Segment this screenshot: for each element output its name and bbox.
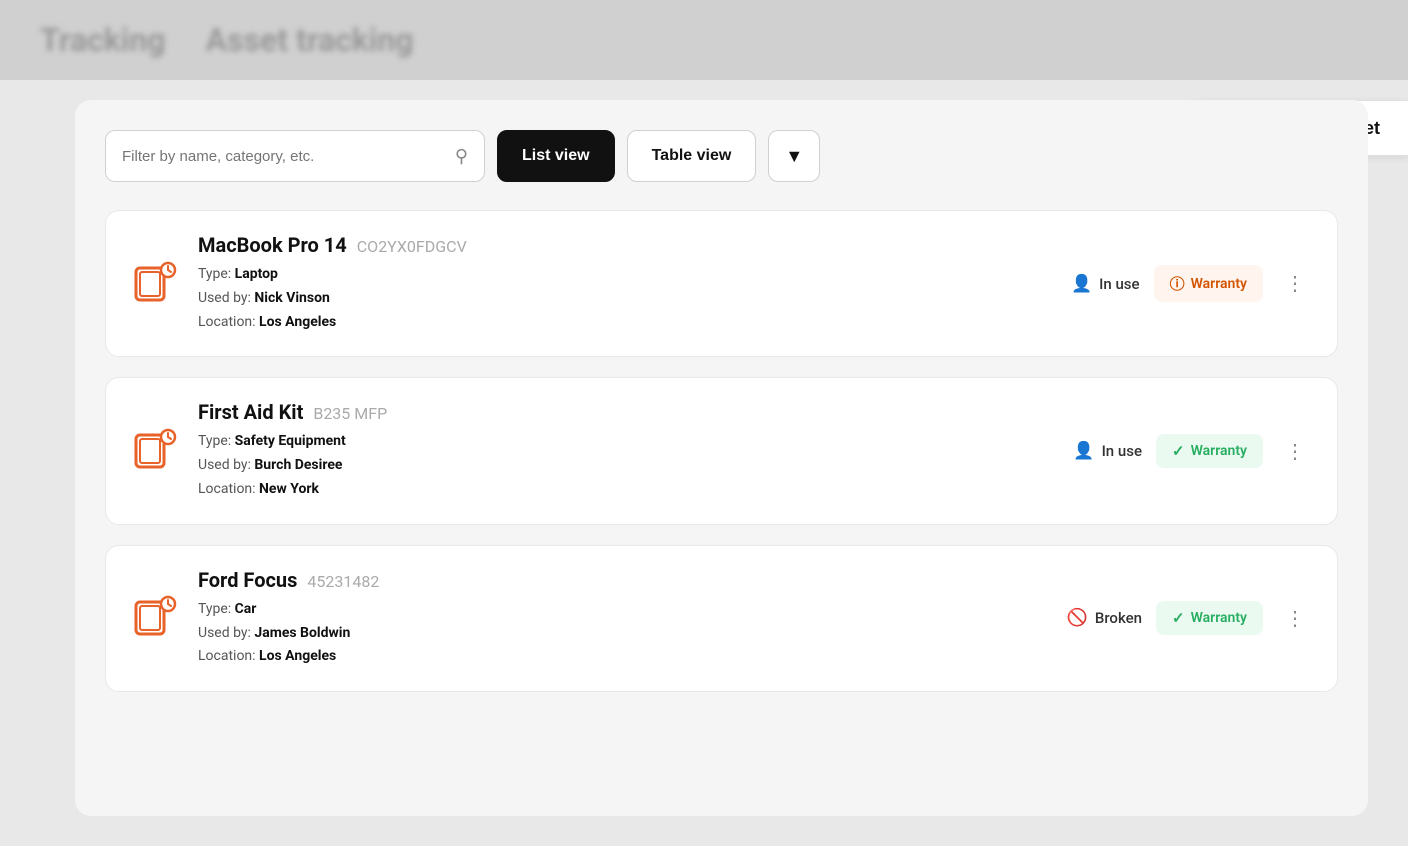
asset-location: Location: New York (198, 478, 1053, 502)
asset-info: MacBook Pro 14 CO2YX0FDGCV Type: Laptop … (198, 233, 1051, 334)
filter-icon: ▼ (785, 146, 803, 167)
asset-location: Location: Los Angeles (198, 645, 1047, 669)
more-options-button[interactable] (1277, 602, 1313, 635)
asset-type: Type: Safety Equipment (198, 430, 1053, 454)
asset-icon (130, 425, 178, 477)
asset-used-by: Used by: Nick Vinson (198, 287, 1051, 311)
broken-icon: 🚫 (1067, 608, 1088, 628)
warranty-label: Warranty (1191, 276, 1247, 292)
asset-meta: Type: Safety Equipment Used by: Burch De… (198, 430, 1053, 501)
asset-card: First Aid Kit B235 MFP Type: Safety Equi… (105, 377, 1338, 524)
asset-name: MacBook Pro 14 (198, 233, 347, 257)
asset-location: Location: Los Angeles (198, 311, 1051, 335)
asset-icon (130, 258, 178, 310)
asset-code: CO2YX0FDGCV (357, 237, 467, 256)
asset-name: Ford Focus (198, 568, 297, 592)
asset-info: First Aid Kit B235 MFP Type: Safety Equi… (198, 400, 1053, 501)
asset-code: 45231482 (307, 572, 379, 591)
warranty-label: Warranty (1191, 443, 1247, 459)
asset-used-by: Used by: James Boldwin (198, 622, 1047, 646)
asset-title: MacBook Pro 14 CO2YX0FDGCV (198, 233, 1051, 257)
status-badge: 👤 In use (1071, 274, 1140, 294)
asset-card: MacBook Pro 14 CO2YX0FDGCV Type: Laptop … (105, 210, 1338, 357)
status-label: In use (1099, 275, 1139, 293)
status-badge: 🚫 Broken (1067, 608, 1142, 628)
asset-used-by: Used by: Burch Desiree (198, 454, 1053, 478)
warranty-check-icon: ✓ (1172, 442, 1185, 460)
warranty-badge: ✓ Warranty (1156, 601, 1263, 635)
filter-button[interactable]: ▼ (768, 130, 820, 182)
table-view-button[interactable]: Table view (627, 130, 757, 182)
asset-title: First Aid Kit B235 MFP (198, 400, 1053, 424)
asset-actions: 👤 In use ✓ Warranty (1073, 434, 1313, 468)
status-badge: 👤 In use (1073, 441, 1142, 461)
asset-meta: Type: Laptop Used by: Nick Vinson Locati… (198, 263, 1051, 334)
asset-type: Type: Car (198, 598, 1047, 622)
asset-actions: 🚫 Broken ✓ Warranty (1067, 601, 1313, 635)
warranty-warning-icon: ⓘ (1170, 273, 1185, 294)
top-nav: Tracking Asset tracking (0, 0, 1408, 80)
asset-meta: Type: Car Used by: James Boldwin Locatio… (198, 598, 1047, 669)
list-view-button[interactable]: List view (497, 130, 615, 182)
asset-code: B235 MFP (313, 404, 387, 423)
person-icon: 👤 (1071, 274, 1092, 294)
more-options-button[interactable] (1277, 435, 1313, 468)
asset-name: First Aid Kit (198, 400, 303, 424)
status-label: In use (1102, 442, 1142, 460)
person-icon: 👤 (1073, 441, 1094, 461)
main-panel: ⚲ List view Table view ▼ MacBook Pro (75, 100, 1368, 816)
more-options-button[interactable] (1277, 267, 1313, 300)
warranty-label: Warranty (1191, 610, 1247, 626)
toolbar: ⚲ List view Table view ▼ (105, 130, 1338, 182)
warranty-badge: ⓘ Warranty (1154, 265, 1263, 302)
asset-title: Ford Focus 45231482 (198, 568, 1047, 592)
nav-text-2: Asset tracking (206, 21, 414, 59)
search-box[interactable]: ⚲ (105, 130, 485, 182)
search-icon: ⚲ (455, 146, 468, 167)
asset-actions: 👤 In use ⓘ Warranty (1071, 265, 1313, 302)
asset-info: Ford Focus 45231482 Type: Car Used by: J… (198, 568, 1047, 669)
asset-type: Type: Laptop (198, 263, 1051, 287)
status-label: Broken (1095, 609, 1142, 627)
warranty-check-icon: ✓ (1172, 609, 1185, 627)
search-input[interactable] (122, 148, 445, 165)
asset-card: Ford Focus 45231482 Type: Car Used by: J… (105, 545, 1338, 692)
nav-text-1: Tracking (40, 21, 166, 59)
asset-list: MacBook Pro 14 CO2YX0FDGCV Type: Laptop … (105, 210, 1338, 692)
warranty-badge: ✓ Warranty (1156, 434, 1263, 468)
asset-icon (130, 592, 178, 644)
